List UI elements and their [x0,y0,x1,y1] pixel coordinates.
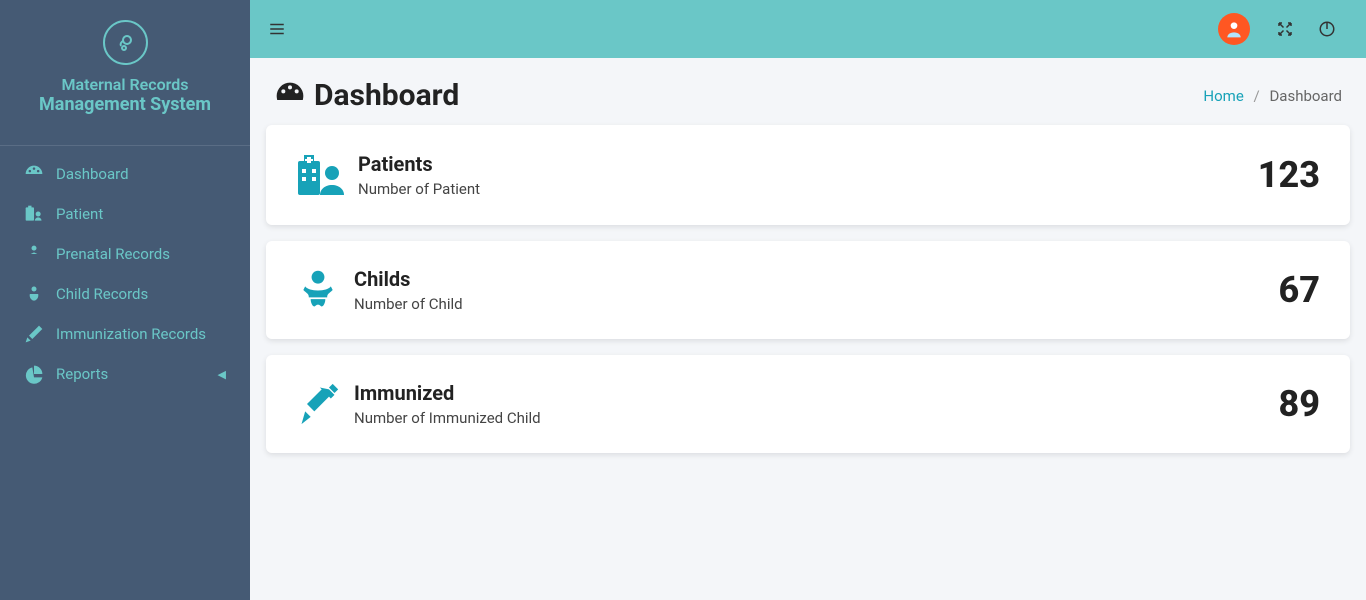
sidebar-item-patient[interactable]: Patient [8,194,242,234]
syringe-icon [24,324,44,344]
main-content: Dashboard Home / Dashboard Patients Numb… [250,58,1366,600]
sidebar-item-prenatal[interactable]: Prenatal Records [8,234,242,274]
dashboard-icon [24,164,44,184]
sidebar-nav: Dashboard Patient Prenatal Records Child… [0,154,250,394]
hamburger-icon[interactable] [268,20,286,38]
hospital-user-icon [24,204,44,224]
card-value: 123 [1258,154,1320,196]
baby-icon [296,268,340,312]
dashboard-title-icon [274,80,306,112]
sidebar-item-label: Immunization Records [56,325,206,343]
sidebar-item-label: Reports [56,365,108,383]
card-title: Immunized [354,381,541,405]
logo-area: Maternal Records Management System [0,0,250,145]
sidebar-item-immunization[interactable]: Immunization Records [8,314,242,354]
sidebar-item-dashboard[interactable]: Dashboard [8,154,242,194]
card-subtitle: Number of Patient [358,180,480,198]
page-title: Dashboard [314,78,459,113]
card-title: Childs [354,267,463,291]
breadcrumb-home[interactable]: Home [1203,87,1243,105]
page-title-wrap: Dashboard [274,78,459,113]
power-icon[interactable] [1318,20,1336,38]
pie-chart-icon [24,364,44,384]
sidebar: Maternal Records Management System Dashb… [0,0,250,600]
page-header: Dashboard Home / Dashboard [266,74,1350,125]
card-subtitle: Number of Immunized Child [354,409,541,427]
card-value: 67 [1278,269,1320,311]
card-title: Patients [358,152,480,176]
app-name-line2: Management System [0,94,250,115]
syringe-icon [296,382,340,426]
card-value: 89 [1278,383,1320,425]
card-subtitle: Number of Child [354,295,463,313]
sidebar-item-reports[interactable]: Reports ◀ [8,354,242,394]
sidebar-item-label: Child Records [56,285,148,303]
card-childs[interactable]: Childs Number of Child 67 [266,241,1350,339]
topbar [250,0,1366,58]
hospital-user-icon [296,151,344,199]
avatar[interactable] [1218,13,1250,45]
baby-icon [24,284,44,304]
fullscreen-icon[interactable] [1276,20,1294,38]
sidebar-item-child[interactable]: Child Records [8,274,242,314]
sidebar-item-label: Prenatal Records [56,245,170,263]
sidebar-item-label: Patient [56,205,103,223]
card-patients[interactable]: Patients Number of Patient 123 [266,125,1350,225]
card-immunized[interactable]: Immunized Number of Immunized Child 89 [266,355,1350,453]
child-icon [24,244,44,264]
app-name-line1: Maternal Records [0,75,250,94]
chevron-left-icon: ◀ [218,368,226,381]
breadcrumb-separator: / [1254,87,1260,105]
breadcrumb-current: Dashboard [1269,87,1342,105]
breadcrumb: Home / Dashboard [1203,87,1342,105]
sidebar-divider [0,145,250,146]
sidebar-item-label: Dashboard [56,165,129,183]
cards-container: Patients Number of Patient 123 Childs Nu… [266,125,1350,453]
logo-icon [103,20,148,65]
